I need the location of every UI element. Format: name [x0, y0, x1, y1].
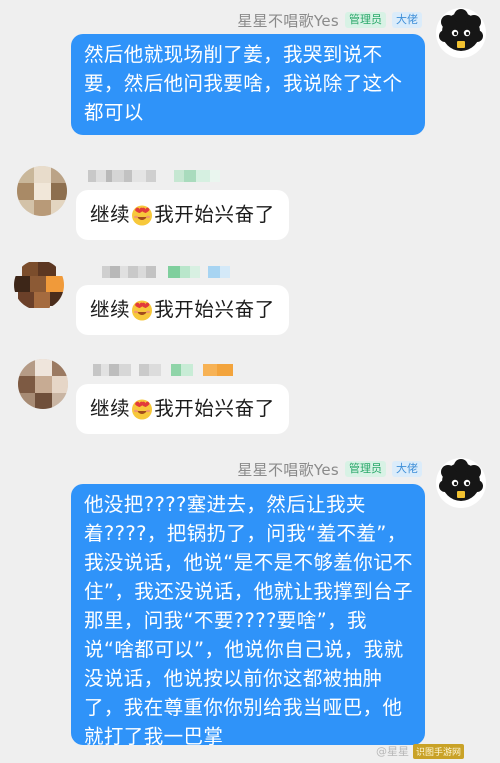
member-avatar[interactable]	[17, 166, 67, 216]
self-avatar[interactable]	[436, 8, 486, 58]
boss-badge: 大佬	[392, 461, 422, 477]
heart-eyes-face-icon	[131, 398, 153, 420]
message-text-suffix: 我开始兴奋了	[154, 397, 275, 420]
admin-badge: 管理员	[345, 461, 386, 477]
member-avatar[interactable]	[18, 359, 68, 409]
sender-name[interactable]: 星星不唱歌Yes	[237, 459, 339, 480]
message-text-prefix: 继续	[90, 397, 131, 420]
message-text: 他没把????塞进去，然后让我夹着????，把锅扔了，问我“羞不羞”，我没说话，…	[84, 493, 413, 748]
self-message-bubble[interactable]: 然后他就现场削了姜，我哭到说不要，然后他问我要啥，我说除了这个都可以	[71, 34, 425, 135]
member-message-bubble[interactable]: 继续 我开始兴奋了	[76, 384, 289, 434]
watermark-logo: 识图手游网	[412, 743, 464, 759]
watermark-text: @星星	[375, 745, 409, 758]
message-text-suffix: 我开始兴奋了	[154, 298, 275, 321]
heart-eyes-face-icon	[131, 204, 153, 226]
member-message-bubble[interactable]: 继续 我开始兴奋了	[76, 285, 289, 335]
message-text-prefix: 继续	[90, 298, 131, 321]
self-message-bubble[interactable]: 他没把????塞进去，然后让我夹着????，把锅扔了，问我“羞不羞”，我没说话，…	[71, 484, 425, 748]
boss-badge: 大佬	[392, 12, 422, 28]
sender-name[interactable]: 星星不唱歌Yes	[237, 10, 339, 31]
self-avatar[interactable]	[436, 458, 486, 508]
sender-header: 星星不唱歌Yes 管理员 大佬	[237, 9, 422, 31]
message-text: 然后他就现场削了姜，我哭到说不要，然后他问我要啥，我说除了这个都可以	[84, 43, 403, 124]
admin-badge: 管理员	[345, 12, 386, 28]
member-message-bubble[interactable]: 继续 我开始兴奋了	[76, 190, 289, 240]
heart-eyes-face-icon	[131, 299, 153, 321]
sender-header: 星星不唱歌Yes 管理员 大佬	[237, 458, 422, 480]
message-text-prefix: 继续	[90, 203, 131, 226]
blurred-member-name	[93, 364, 233, 376]
member-avatar[interactable]	[14, 260, 64, 310]
watermark: @星星 识图手游网	[376, 743, 464, 759]
chat-view: 星星不唱歌Yes 管理员 大佬 然后他就现场削了姜，我哭到说不要，然后他问我要啥…	[0, 0, 500, 763]
blurred-member-name	[88, 170, 220, 182]
blurred-member-name	[102, 266, 230, 278]
message-text-suffix: 我开始兴奋了	[154, 203, 275, 226]
